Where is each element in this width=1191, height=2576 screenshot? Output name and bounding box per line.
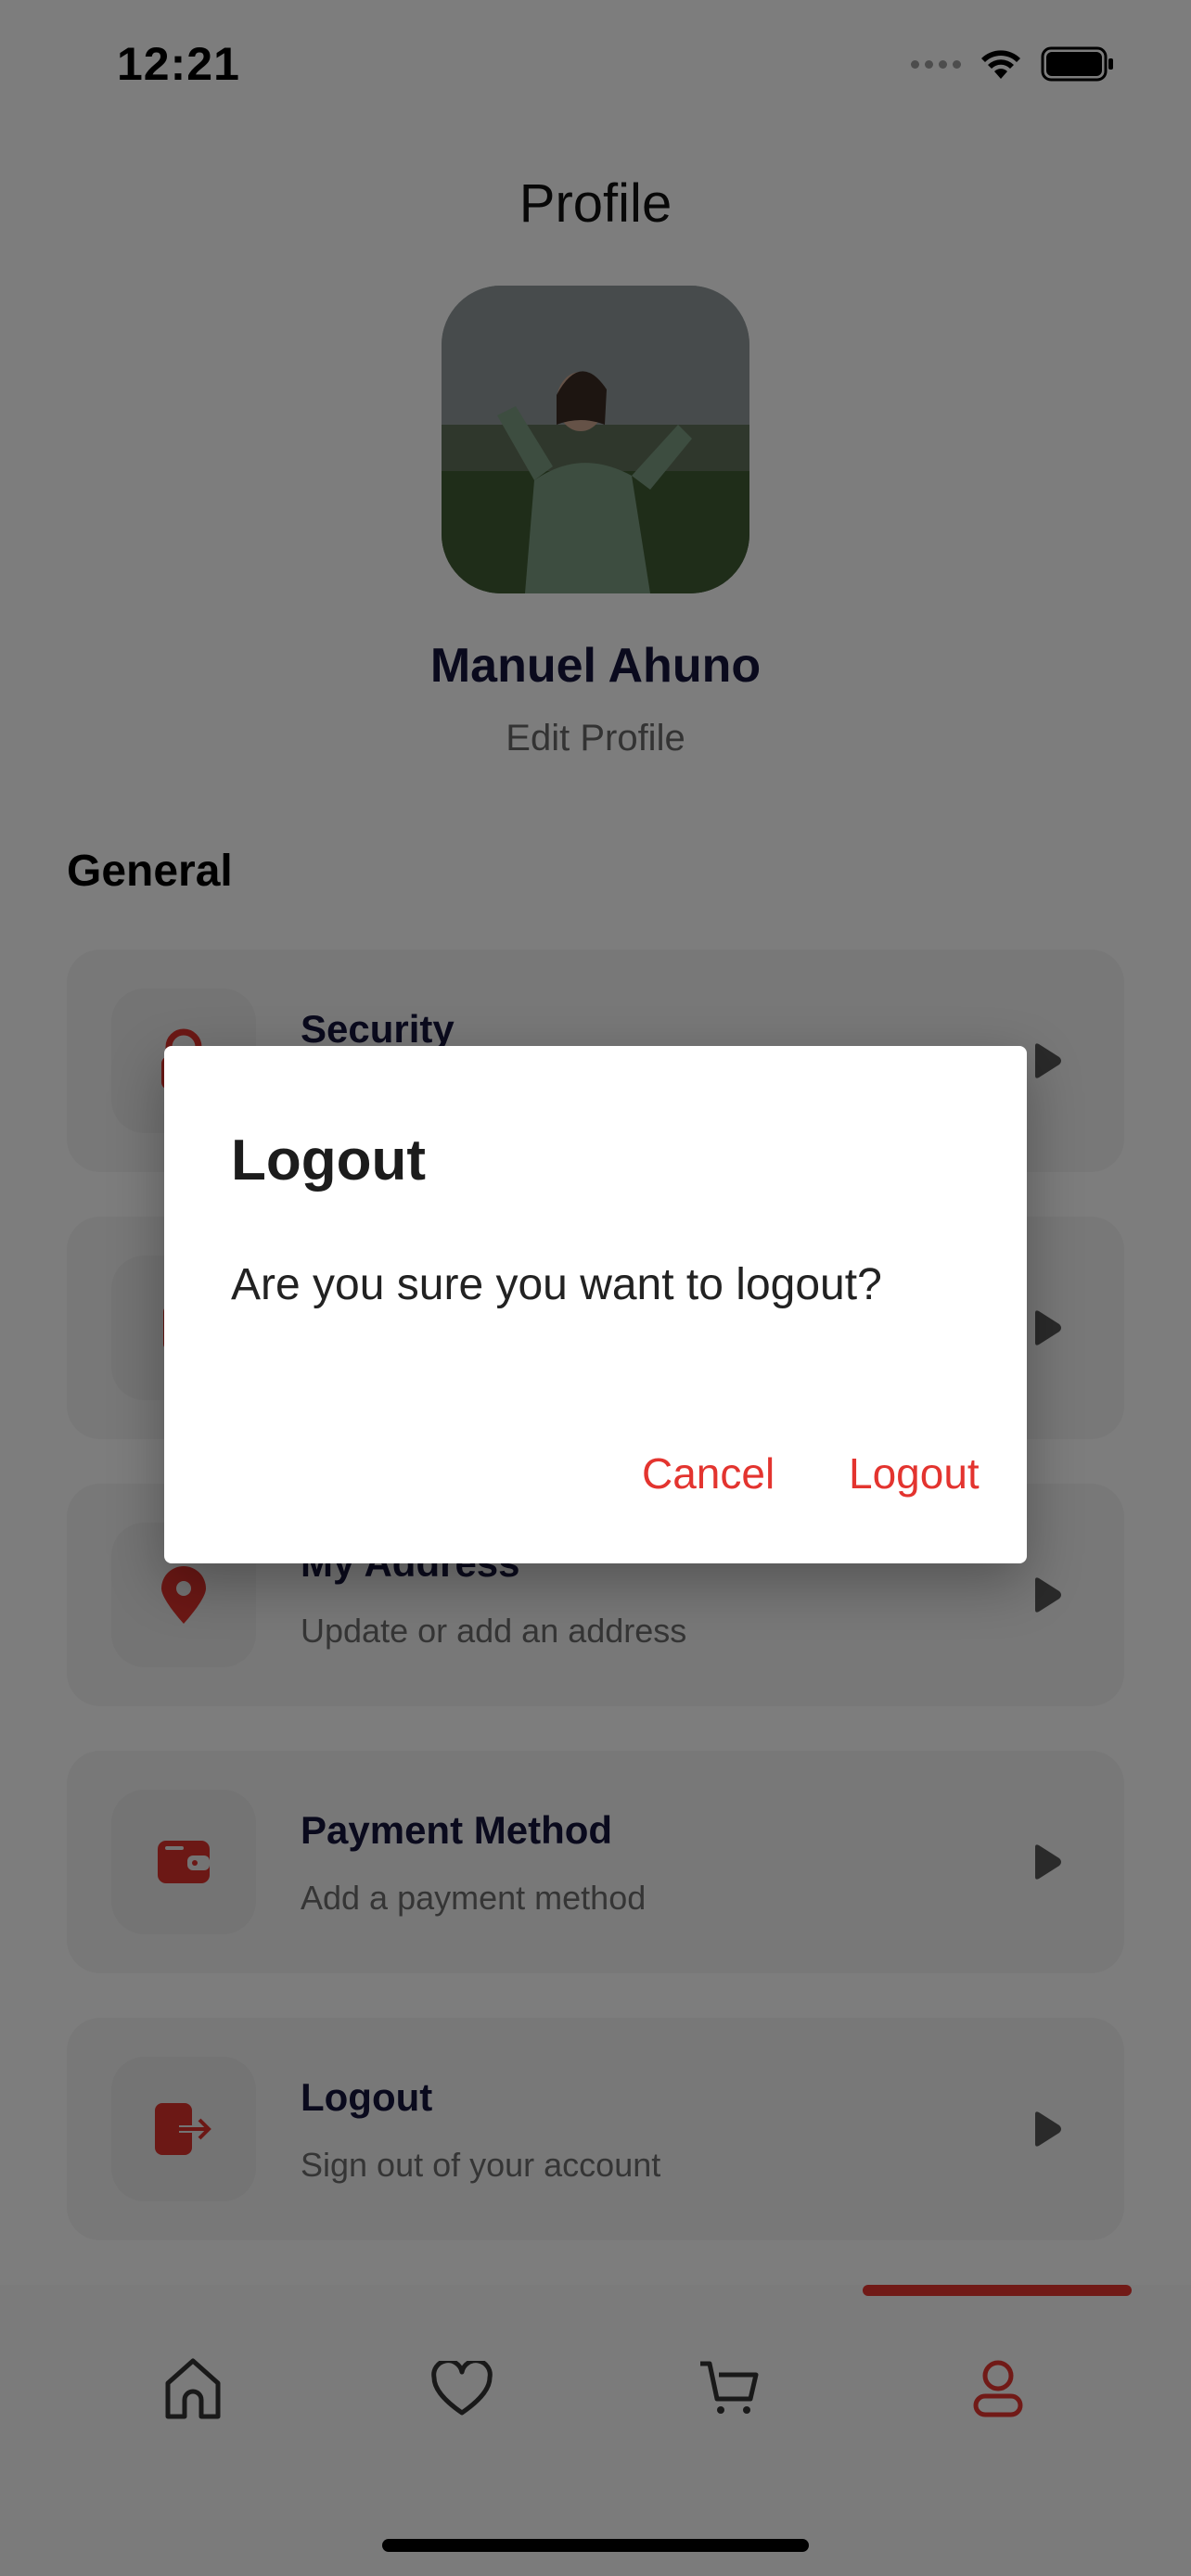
logout-dialog: Logout Are you sure you want to logout? … [164, 1046, 1027, 1563]
dialog-message: Are you sure you want to logout? [231, 1260, 882, 1309]
cancel-button[interactable]: Cancel [642, 1448, 775, 1498]
confirm-logout-button[interactable]: Logout [849, 1448, 980, 1498]
dialog-title: Logout [231, 1129, 427, 1192]
